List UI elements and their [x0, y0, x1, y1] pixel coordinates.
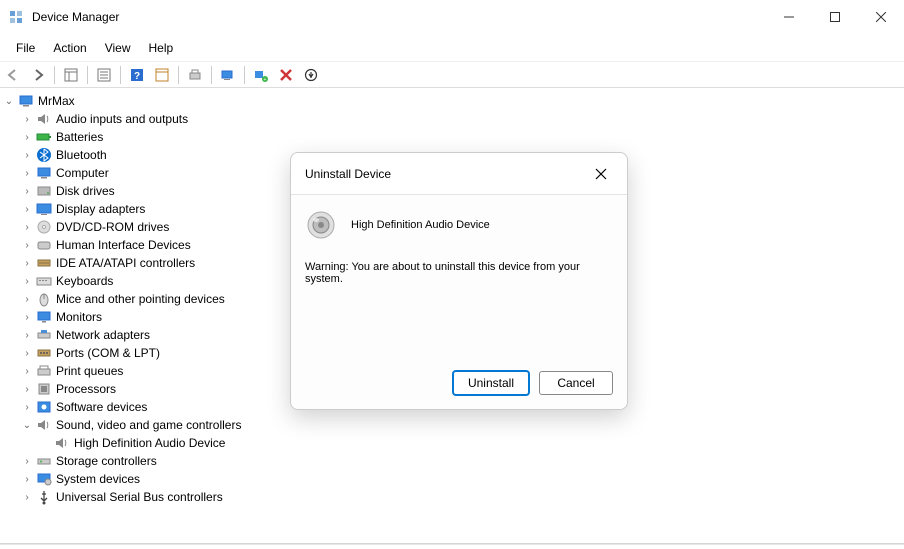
dialog-title-text: Uninstall Device	[305, 167, 391, 181]
dialog-titlebar: Uninstall Device	[291, 153, 627, 195]
dialog-button-row: Uninstall Cancel	[291, 371, 627, 409]
dialog-warning-text: Warning: You are about to uninstall this…	[305, 261, 613, 285]
uninstall-button[interactable]: Uninstall	[453, 371, 529, 395]
cancel-button[interactable]: Cancel	[539, 371, 613, 395]
uninstall-dialog: Uninstall Device High Definition Audio D…	[290, 152, 628, 410]
dialog-close-button[interactable]	[589, 162, 613, 186]
speaker-icon	[305, 209, 337, 241]
dialog-backdrop: Uninstall Device High Definition Audio D…	[0, 0, 904, 549]
window-bottom-border	[0, 543, 904, 545]
dialog-device-name: High Definition Audio Device	[351, 219, 490, 231]
dialog-body: High Definition Audio Device Warning: Yo…	[291, 195, 627, 371]
